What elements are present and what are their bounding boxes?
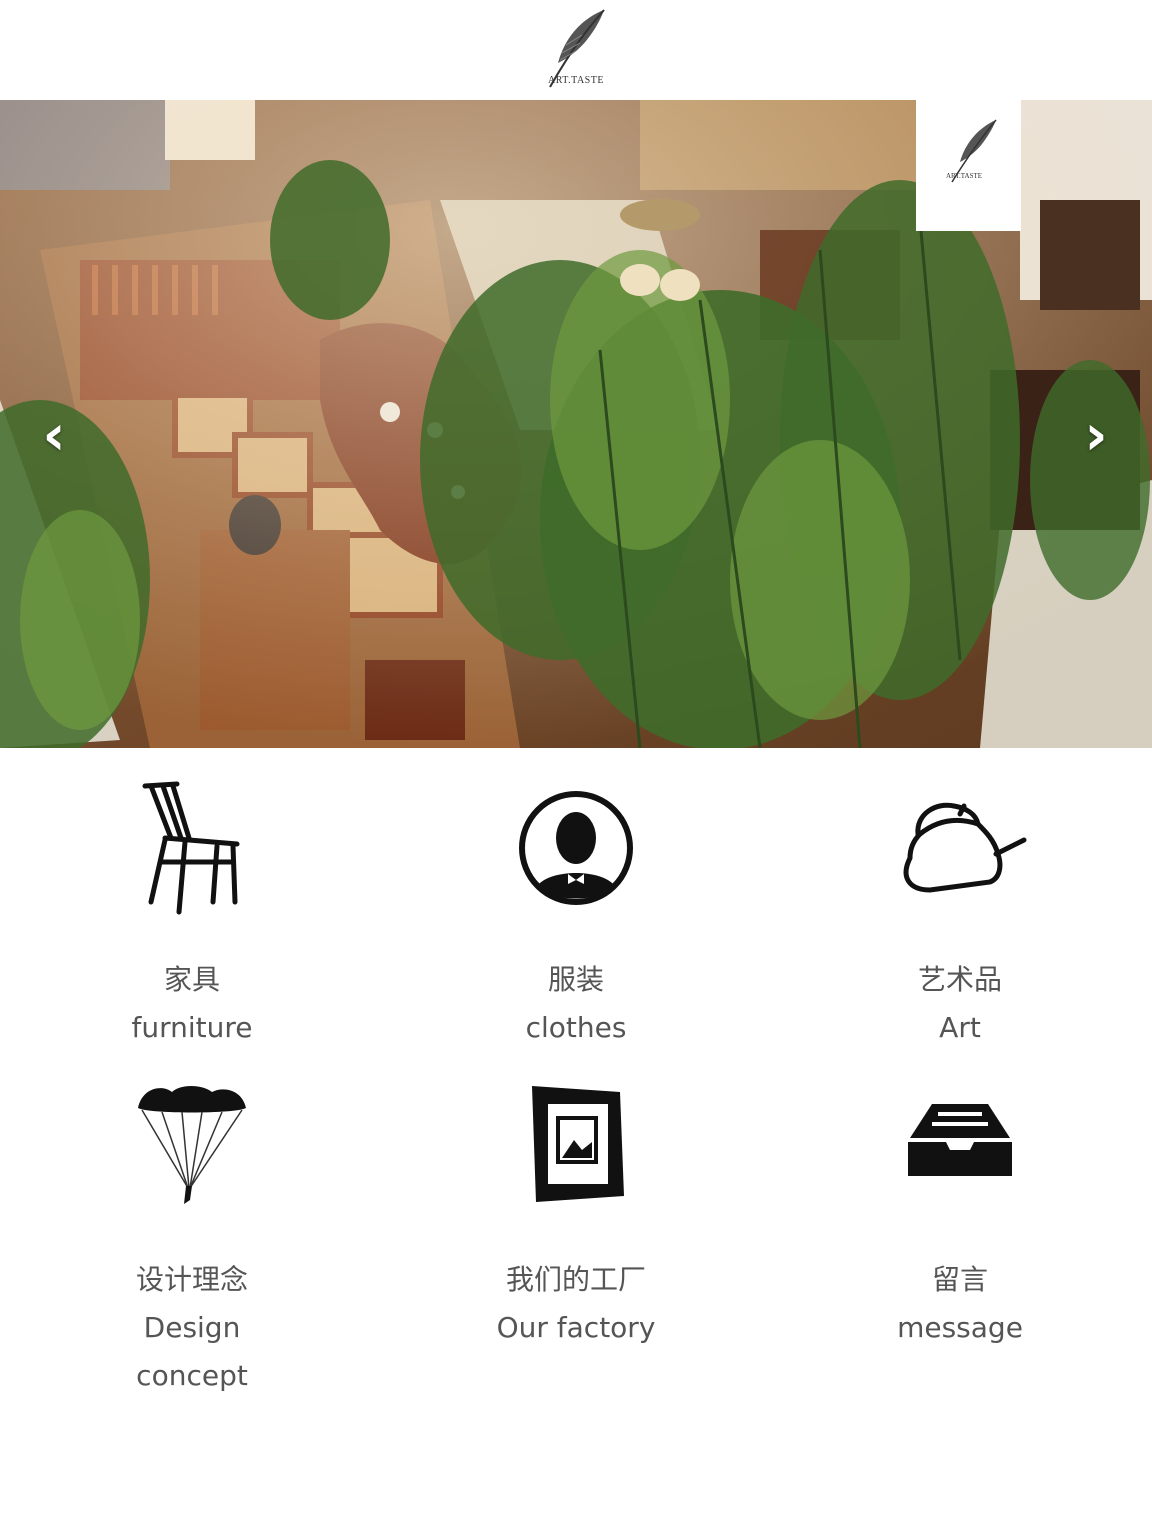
category-art[interactable]: 艺术品 Art (768, 778, 1152, 1052)
site-header: ART.TASTE (0, 0, 1152, 100)
site-logo[interactable]: ART.TASTE (536, 5, 616, 95)
category-label-cn: 我们的工厂 (505, 1263, 646, 1296)
picture-frame-icon (532, 1086, 624, 1202)
category-clothes[interactable]: 服装 clothes (384, 778, 768, 1052)
category-label-cn: 设计理念 (135, 1263, 248, 1296)
hero-slider[interactable]: ART.TASTE ‹ › (0, 100, 1152, 748)
badge-text: ART.TASTE (946, 172, 983, 180)
slider-next-button[interactable]: › (1074, 406, 1118, 466)
parachute-icon (138, 1086, 246, 1204)
category-label-en: message (897, 1311, 1023, 1344)
category-design-concept[interactable]: 设计理念 Design concept (0, 1078, 384, 1400)
feather-icon (951, 119, 997, 183)
category-label-cn: 服装 (547, 963, 604, 996)
category-label-en: clothes (525, 1011, 627, 1044)
category-label-cn: 留言 (931, 1263, 988, 1296)
inbox-tray-icon (908, 1104, 1012, 1176)
category-label-cn: 家具 (163, 963, 220, 996)
category-our-factory[interactable]: 我们的工厂 Our factory (384, 1078, 768, 1352)
portrait-icon (519, 791, 633, 905)
category-label-en: Design concept (136, 1311, 248, 1392)
category-label-en: furniture (131, 1011, 253, 1044)
hero-logo-badge: ART.TASTE (916, 100, 1021, 231)
category-label-cn: 艺术品 (917, 963, 1002, 996)
logo-text: ART.TASTE (548, 75, 604, 86)
teapot-icon (903, 802, 1027, 893)
chair-icon (142, 781, 240, 915)
category-label-en: Art (939, 1011, 981, 1044)
category-message[interactable]: 留言 message (768, 1078, 1152, 1352)
category-furniture[interactable]: 家具 furniture (0, 778, 384, 1052)
category-label-en: Our factory (496, 1311, 656, 1344)
slider-prev-button[interactable]: ‹ (32, 406, 76, 466)
